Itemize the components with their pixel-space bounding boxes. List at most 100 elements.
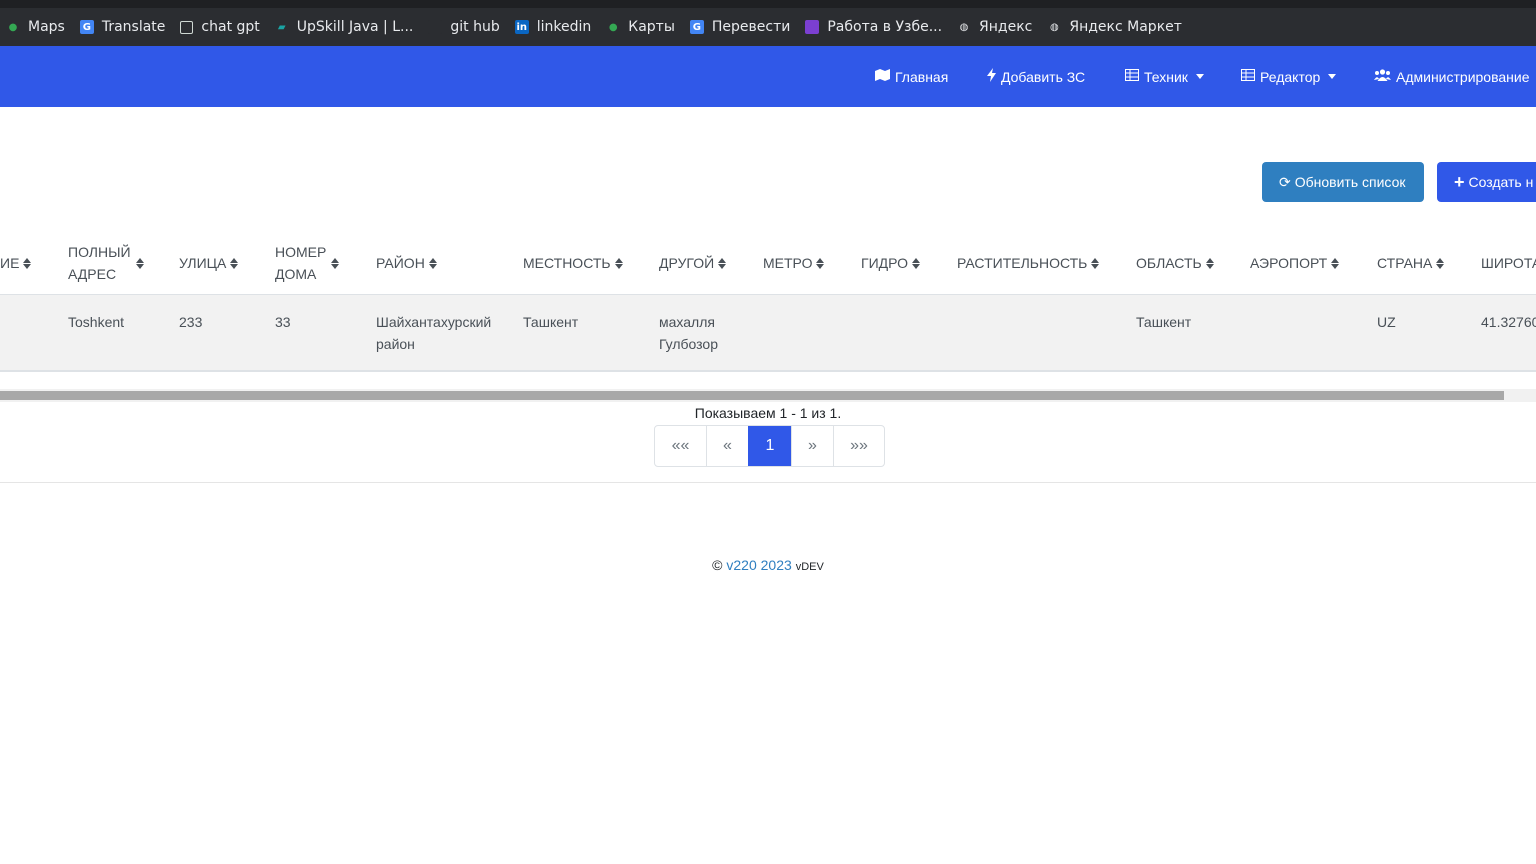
linkedin-icon: in bbox=[514, 20, 529, 34]
cell-full-address: Toshkent bbox=[68, 314, 125, 330]
sort-icon bbox=[1205, 257, 1214, 269]
column-header-house-number[interactable]: НОМЕР ДОМА bbox=[275, 234, 340, 292]
column-header-metro[interactable]: МЕТРО bbox=[763, 234, 825, 292]
column-header-name[interactable]: ИЕ bbox=[0, 234, 32, 292]
cell-country: UZ bbox=[1377, 314, 1396, 330]
last-page-button[interactable]: »» bbox=[833, 426, 884, 466]
next-page-button[interactable]: » bbox=[791, 426, 833, 466]
column-header-label: ДРУГОЙ bbox=[659, 255, 715, 271]
sort-icon bbox=[1331, 257, 1340, 269]
nav-tech-dropdown[interactable]: Техник bbox=[1125, 46, 1204, 107]
bookmark-perevesti[interactable]: G Перевести bbox=[689, 19, 790, 35]
chatgpt-icon bbox=[180, 20, 194, 34]
header-line: АДРЕС bbox=[68, 266, 117, 282]
github-icon bbox=[428, 20, 443, 34]
copyright-symbol: © bbox=[712, 557, 723, 573]
column-header-region[interactable]: ОБЛАСТЬ bbox=[1136, 234, 1214, 292]
cell-other: махалля Гулбозор bbox=[659, 311, 718, 355]
header-line: НОМЕР bbox=[275, 244, 327, 260]
cell-house-number: 33 bbox=[275, 314, 291, 330]
translate-icon: G bbox=[79, 20, 94, 34]
column-header-full-address[interactable]: ПОЛНЫЙ АДРЕС bbox=[68, 234, 144, 292]
column-header-label: АЭРОПОРТ bbox=[1250, 255, 1328, 271]
refresh-list-button[interactable]: ⟳ Обновить список bbox=[1262, 162, 1424, 202]
column-header-country[interactable]: СТРАНА bbox=[1377, 234, 1445, 292]
nav-add[interactable]: Добавить ЗС bbox=[987, 46, 1085, 107]
prev-page-button[interactable]: « bbox=[706, 426, 748, 466]
bookmarks-bar: ● Maps G Translate chat gpt ▰ UpSkill Java … bbox=[0, 0, 1536, 46]
section-divider bbox=[0, 482, 1536, 483]
sort-icon bbox=[718, 257, 727, 269]
bookmark-maps[interactable]: ● Maps bbox=[6, 19, 65, 35]
bookmark-github[interactable]: git hub bbox=[428, 19, 500, 35]
upskill-icon: ▰ bbox=[277, 21, 286, 33]
bookmark-karty[interactable]: ● Карты bbox=[606, 19, 675, 35]
table-row[interactable] bbox=[0, 295, 1536, 370]
bookmark-linkedin[interactable]: in linkedin bbox=[514, 19, 591, 35]
create-label: Создать н bbox=[1468, 174, 1534, 190]
maps-pin-icon: ● bbox=[608, 21, 618, 33]
cell-street: 233 bbox=[179, 314, 203, 330]
cell-line: махалля bbox=[659, 314, 715, 330]
nav-home[interactable]: Главная bbox=[875, 46, 948, 107]
bookmark-label: Яндекс bbox=[979, 19, 1033, 35]
purple-square-icon bbox=[805, 20, 820, 34]
nav-editor-label: Редактор bbox=[1260, 68, 1321, 85]
bookmark-translate[interactable]: G Translate bbox=[79, 19, 165, 35]
footer: © v220 2023 vDEV bbox=[0, 557, 1536, 573]
column-header-label: ИЕ bbox=[0, 255, 20, 271]
pagination: «« « 1 » »» bbox=[654, 425, 885, 467]
globe-icon: ◍ bbox=[1050, 21, 1059, 33]
column-header-latitude[interactable]: ШИРОТА bbox=[1481, 234, 1536, 292]
column-header-label: РАЙОН bbox=[376, 255, 425, 271]
maps-pin-icon: ● bbox=[8, 21, 18, 33]
sort-icon bbox=[1436, 257, 1445, 269]
page-1-button[interactable]: 1 bbox=[748, 426, 791, 466]
first-page-button[interactable]: «« bbox=[655, 426, 706, 466]
nav-editor-dropdown[interactable]: Редактор bbox=[1241, 46, 1337, 107]
sort-icon bbox=[816, 257, 825, 269]
pagination-summary: Показываем 1 - 1 из 1. bbox=[694, 405, 842, 421]
column-header-label: РАСТИТЕЛЬНОСТЬ bbox=[957, 255, 1088, 271]
bookmark-rabota[interactable]: Работа в Узбе... bbox=[805, 19, 942, 35]
column-header-other[interactable]: ДРУГОЙ bbox=[659, 234, 727, 292]
bookmark-chatgpt[interactable]: chat gpt bbox=[180, 19, 260, 35]
column-header-label: УЛИЦА bbox=[179, 255, 227, 271]
nav-home-label: Главная bbox=[895, 68, 949, 85]
cell-line: Гулбозор bbox=[659, 336, 718, 352]
version-link[interactable]: v220 2023 bbox=[726, 557, 791, 573]
bookmark-label: Работа в Узбе... bbox=[827, 19, 943, 35]
column-header-airport[interactable]: АЭРОПОРТ bbox=[1250, 234, 1340, 292]
column-header-locality[interactable]: МЕСТНОСТЬ bbox=[523, 234, 623, 292]
chevron-down-icon bbox=[1328, 74, 1337, 79]
map-icon bbox=[875, 69, 890, 84]
users-icon bbox=[1374, 69, 1391, 84]
bookmark-yandex[interactable]: ◍ Яндекс bbox=[957, 19, 1033, 35]
chevron-down-icon bbox=[1195, 74, 1204, 79]
column-header-hydro[interactable]: ГИДРО bbox=[861, 234, 921, 292]
sort-icon bbox=[614, 257, 623, 269]
main-navbar: Главная Добавить ЗС Техник Редактор Адми… bbox=[0, 46, 1536, 107]
browser-tabstrip-edge bbox=[0, 0, 1536, 8]
bookmark-upskill[interactable]: ▰ UpSkill Java | L... bbox=[275, 19, 413, 35]
globe-icon: ◍ bbox=[959, 21, 969, 33]
sort-icon bbox=[331, 257, 340, 269]
cell-district: Шайхантахурский район bbox=[376, 311, 491, 355]
column-header-vegetation[interactable]: РАСТИТЕЛЬНОСТЬ bbox=[957, 234, 1100, 292]
table-row-divider bbox=[0, 370, 1536, 372]
nav-admin[interactable]: Администрирование bbox=[1374, 46, 1530, 107]
table-icon bbox=[1241, 69, 1255, 84]
horizontal-scrollbar-thumb[interactable] bbox=[0, 391, 1504, 400]
table-icon bbox=[1125, 69, 1139, 84]
header-line: ПОЛНЫЙ bbox=[68, 244, 131, 260]
cell-locality: Ташкент bbox=[523, 314, 579, 330]
column-header-district[interactable]: РАЙОН bbox=[376, 234, 437, 292]
create-new-button[interactable]: + Создать н bbox=[1437, 162, 1536, 202]
column-header-street[interactable]: УЛИЦА bbox=[179, 234, 239, 292]
column-header-label: ШИРОТА bbox=[1481, 255, 1536, 271]
column-header-label: МЕСТНОСТЬ bbox=[523, 255, 611, 271]
cell-line: район bbox=[376, 336, 415, 352]
column-header-label: НОМЕР ДОМА bbox=[275, 241, 326, 285]
bookmark-yandex-market[interactable]: ◍ Яндекс Маркет bbox=[1047, 19, 1182, 35]
sort-icon bbox=[428, 257, 437, 269]
